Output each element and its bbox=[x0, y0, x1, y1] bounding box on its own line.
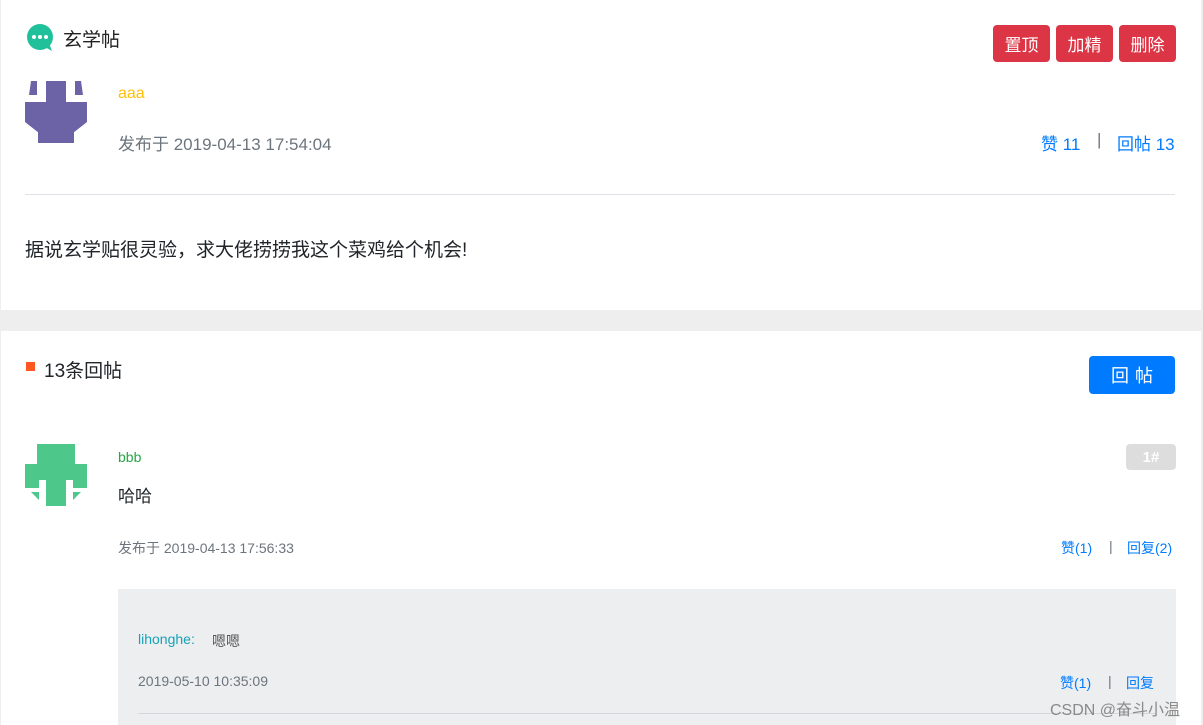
comment-author[interactable]: lihonghe: bbox=[138, 631, 195, 647]
delete-button[interactable]: 删除 bbox=[1119, 25, 1176, 62]
post-published-time: 发布于 2019-04-13 17:54:04 bbox=[118, 135, 332, 154]
chat-bubble-icon bbox=[25, 24, 55, 52]
reply-content: 哈哈 bbox=[118, 487, 152, 506]
post-author[interactable]: aaa bbox=[118, 85, 145, 103]
reply-author[interactable]: bbb bbox=[118, 449, 141, 465]
post-content: 据说玄学贴很灵验，求大佬捞捞我这个菜鸡给个机会! bbox=[25, 240, 468, 261]
pin-button[interactable]: 置顶 bbox=[993, 25, 1050, 62]
comment-stats-separator: | bbox=[1108, 673, 1112, 689]
comment-time: 2019-05-10 10:35:09 bbox=[138, 673, 268, 689]
post-title-row: 玄学帖 bbox=[25, 24, 120, 52]
reply-button[interactable]: 回帖 bbox=[1089, 356, 1175, 394]
comment-box: lihonghe: 嗯嗯 2019-05-10 10:35:09 赞(1) | … bbox=[118, 589, 1176, 725]
like-link[interactable]: 赞 11 bbox=[1041, 130, 1080, 155]
reply-like-link[interactable]: 赞(1) bbox=[1061, 538, 1092, 558]
comment-reply-link[interactable]: 回复 bbox=[1126, 673, 1154, 693]
post-title: 玄学帖 bbox=[63, 29, 121, 51]
comment-divider bbox=[138, 713, 1156, 714]
reply-stats-separator: | bbox=[1109, 538, 1113, 554]
replies-heading: 13条回帖 bbox=[44, 361, 123, 382]
section-marker bbox=[26, 362, 35, 371]
post-card: 玄学帖 置顶 加精 删除 aaa 发布于 2019-04-13 17:54:04… bbox=[1, 0, 1201, 310]
divider bbox=[25, 194, 1175, 195]
floor-badge: 1# bbox=[1126, 444, 1176, 470]
watermark: CSDN @奋斗小温 bbox=[1050, 702, 1181, 719]
reply-published-time: 发布于 2019-04-13 17:56:33 bbox=[118, 540, 294, 556]
stats-separator: | bbox=[1097, 130, 1102, 149]
reply-reply-link[interactable]: 回复(2) bbox=[1127, 538, 1172, 558]
comment-like-link[interactable]: 赞(1) bbox=[1060, 673, 1091, 693]
reply-count-link[interactable]: 回帖 13 bbox=[1117, 130, 1175, 155]
avatar[interactable] bbox=[25, 81, 87, 143]
feature-button[interactable]: 加精 bbox=[1056, 25, 1113, 62]
comment-content: 嗯嗯 bbox=[212, 633, 240, 649]
reply-avatar[interactable] bbox=[25, 444, 87, 506]
replies-card: 13条回帖 回帖 bbb 1# 哈哈 发布于 2019-04-13 17:56:… bbox=[1, 331, 1201, 725]
